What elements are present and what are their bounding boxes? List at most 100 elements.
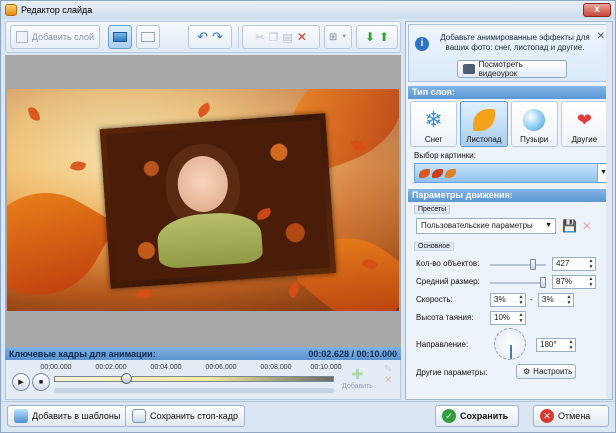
cut-icon[interactable]: ✂ <box>255 31 264 44</box>
direction-dial[interactable] <box>494 328 526 360</box>
size-slider[interactable] <box>490 277 546 288</box>
count-label: Кол-во объектов: <box>416 259 480 268</box>
slide-preview[interactable] <box>7 89 399 311</box>
timeline-track[interactable] <box>54 376 334 382</box>
count-slider[interactable] <box>490 259 546 270</box>
preset-select[interactable]: Пользовательские параметры ▼ <box>416 218 556 234</box>
spinner-arrows-icon[interactable]: ▲ ▼ <box>567 339 575 351</box>
layer-type-header: Тип слоя: <box>408 86 610 99</box>
size-label: Средний размер: <box>416 277 480 286</box>
keyframes-title: Ключевые кадры для анимации: <box>9 348 156 359</box>
panel-scrollbar[interactable] <box>606 22 612 399</box>
timeline-time: 00:02.628 / 00:10.000 <box>308 348 397 359</box>
leaf-thumb-icon <box>445 168 456 178</box>
chevron-down-icon: ▼ <box>341 34 348 40</box>
melt-value: 10% <box>494 313 511 322</box>
picture-picker[interactable]: ▼ <box>414 163 610 183</box>
add-keyframe-button[interactable]: ✚ Добавить <box>342 366 373 390</box>
speed-min-spinner[interactable]: 3% ▲ ▼ <box>490 293 526 307</box>
layer-type-label: Пузыри <box>520 135 549 144</box>
picture-label: Выбор картинки: <box>414 151 476 160</box>
close-info-icon[interactable]: ✕ <box>597 31 605 42</box>
paste-icon[interactable]: ▤ <box>282 31 292 44</box>
app-icon <box>5 4 17 16</box>
size-spinner[interactable]: 87% ▲ ▼ <box>552 275 596 289</box>
add-to-templates-label: Добавить в шаблоны <box>32 411 121 421</box>
add-layer-button[interactable]: Добавить слой <box>10 25 100 49</box>
size-slider-thumb[interactable] <box>540 277 546 288</box>
save-button[interactable]: ✓ Сохранить <box>435 405 519 427</box>
spinner-arrows-icon[interactable]: ▲ ▼ <box>587 258 595 270</box>
cancel-label: Отмена <box>558 411 591 421</box>
move-down-icon[interactable]: ⬇ <box>365 30 375 44</box>
layer-type-label: Другие <box>571 135 598 144</box>
layer-order-group: ⬇ ⬆ <box>356 25 398 49</box>
speed-label: Скорость: <box>416 295 453 304</box>
image-icon <box>132 409 146 423</box>
play-icon: ▶ <box>18 379 24 386</box>
redo-icon[interactable]: ↷ <box>212 29 223 45</box>
checkmark-icon: ✓ <box>442 409 456 423</box>
cancel-button[interactable]: ✕ Отмена <box>533 405 609 427</box>
stop-button[interactable]: ■ <box>32 373 50 391</box>
direction-spinner[interactable]: 180° ▲ ▼ <box>536 338 576 352</box>
save-still-frame-button[interactable]: Сохранить стоп-кадр <box>125 405 246 427</box>
layers-icon <box>113 32 127 42</box>
chevron-down-icon: ▼ <box>545 222 552 229</box>
add-layer-icon <box>15 31 28 43</box>
info-box: i Добавьте анимированные эффекты для ваш… <box>408 24 610 82</box>
undo-icon[interactable]: ↶ <box>197 29 208 45</box>
tick-label: 00:04.000 <box>150 364 182 371</box>
template-icon <box>14 409 28 423</box>
align-dropdown-button[interactable]: ⊞ ▼ <box>324 25 352 49</box>
layer-type-snow[interactable]: ❄ Снег <box>410 101 458 147</box>
delete-keyframe-icon[interactable]: ✕ <box>384 375 392 386</box>
layer-type-options: ❄ Снег Листопад Пузыри ❤ Другие <box>408 101 610 147</box>
save-label: Сохранить <box>460 411 509 421</box>
preset-value: Пользовательские параметры <box>421 221 533 230</box>
tick-label: 00:02.000 <box>95 364 127 371</box>
tick-label: 00:06.000 <box>205 364 237 371</box>
direction-label: Направление: <box>416 340 469 349</box>
layer-copy-button[interactable] <box>136 25 160 49</box>
count-spinner[interactable]: 427 ▲ ▼ <box>552 257 596 271</box>
speed-range-dash: - <box>530 295 533 304</box>
spinner-arrows-icon[interactable]: ▲ ▼ <box>565 294 573 306</box>
delete-preset-icon[interactable]: ✕ <box>582 219 592 233</box>
spinner-arrows-icon[interactable]: ▲ ▼ <box>517 294 525 306</box>
count-slider-thumb[interactable] <box>530 259 536 270</box>
edit-keyframe-icon[interactable]: ✎ <box>384 364 392 375</box>
watch-video-button[interactable]: Посмотреть видеоурок <box>457 60 567 78</box>
layer-type-leaves[interactable]: Листопад <box>460 101 508 147</box>
spinner-arrows-icon[interactable]: ▲ ▼ <box>517 312 525 324</box>
spinner-arrows-icon[interactable]: ▲ ▼ <box>587 276 595 288</box>
add-to-templates-button[interactable]: Добавить в шаблоны <box>7 405 128 427</box>
configure-button[interactable]: ⚙ Настроить <box>516 364 576 379</box>
speed-max-spinner[interactable]: 3% ▲ ▼ <box>538 293 574 307</box>
bottom-bar: Добавить в шаблоны Сохранить стоп-кадр ✓… <box>1 401 615 432</box>
play-button[interactable]: ▶ <box>12 373 30 391</box>
effects-panel: i Добавьте анимированные эффекты для ваш… <box>405 21 613 400</box>
save-still-frame-label: Сохранить стоп-кадр <box>150 411 239 421</box>
align-icon: ⊞ <box>328 31 338 43</box>
speed-max-value: 3% <box>542 295 554 304</box>
layer-type-bubbles[interactable]: Пузыри <box>510 101 558 147</box>
layer-type-label: Листопад <box>466 135 502 144</box>
layers-view-button[interactable] <box>108 25 132 49</box>
melt-spinner[interactable]: 10% ▲ ▼ <box>490 311 526 325</box>
layer-type-other[interactable]: ❤ Другие <box>560 101 608 147</box>
tick-label: 00:00.000 <box>40 364 72 371</box>
layer-copy-icon <box>141 32 155 42</box>
timeline-scrollbar[interactable] <box>54 388 334 393</box>
copy-icon[interactable]: ❐ <box>268 31 278 44</box>
photo-layer[interactable] <box>99 113 337 289</box>
delete-icon[interactable]: ✕ <box>297 30 307 44</box>
save-preset-icon[interactable]: 💾 <box>562 219 577 233</box>
configure-label: Настроить <box>533 367 573 376</box>
slide-editor-window: Редактор слайда x Добавить слой ↶ ↷ ✂ ❐ … <box>0 0 616 433</box>
move-up-icon[interactable]: ⬆ <box>379 30 389 44</box>
direction-dial-hand <box>510 345 512 359</box>
timeline-playhead[interactable] <box>121 373 132 384</box>
info-text: Добавьте анимированные эффекты для ваших… <box>440 33 590 52</box>
close-button[interactable]: x <box>583 3 611 17</box>
